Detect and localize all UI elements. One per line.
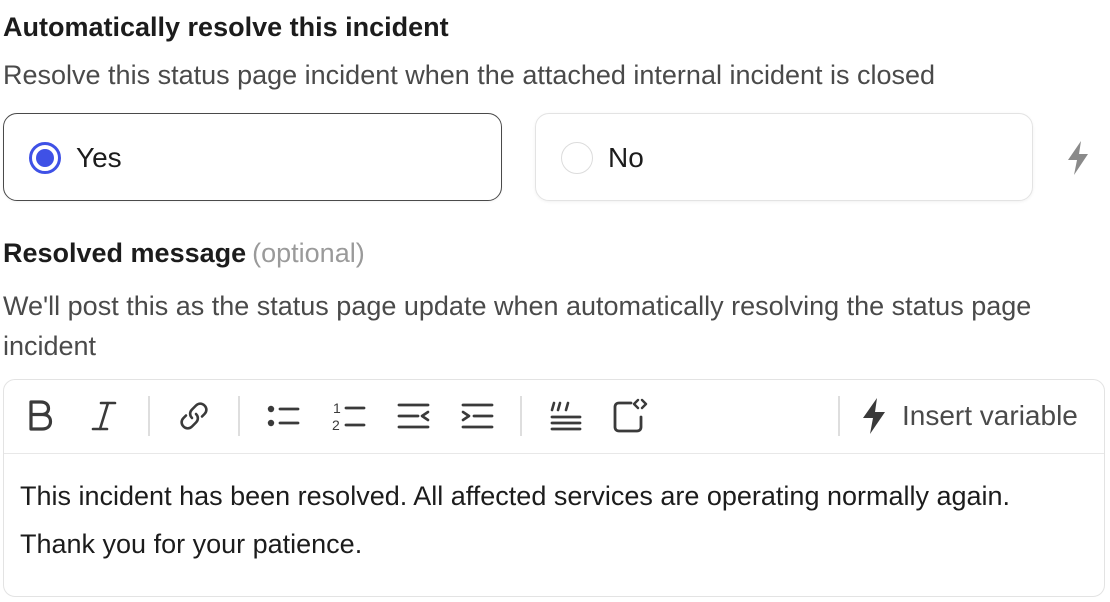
rich-text-editor[interactable]: 1 2 Insert variable This incident has be… bbox=[3, 379, 1105, 597]
bullet-list-icon[interactable] bbox=[264, 396, 304, 436]
toolbar-divider bbox=[148, 396, 150, 436]
insert-variable-button[interactable]: Insert variable bbox=[860, 396, 1078, 436]
auto-resolve-description: Resolve this status page incident when t… bbox=[3, 60, 936, 90]
resolved-message-title: Resolved message (optional) bbox=[3, 238, 365, 269]
quote-icon[interactable] bbox=[546, 396, 586, 436]
resolved-message-description: We'll post this as the status page updat… bbox=[3, 291, 1032, 361]
toolbar-divider bbox=[838, 396, 840, 436]
radio-option-no[interactable]: No bbox=[535, 113, 1033, 201]
bold-icon[interactable] bbox=[20, 396, 60, 436]
svg-text:1: 1 bbox=[333, 400, 341, 416]
radio-checked-icon[interactable] bbox=[29, 142, 61, 174]
auto-resolve-title: Automatically resolve this incident bbox=[3, 12, 449, 42]
radio-option-label: Yes bbox=[76, 142, 122, 173]
svg-text:2: 2 bbox=[332, 417, 340, 433]
toolbar-divider bbox=[520, 396, 522, 436]
editor-content[interactable]: This incident has been resolved. All aff… bbox=[20, 472, 1080, 568]
insert-variable-label: Insert variable bbox=[902, 400, 1078, 431]
lightning-icon[interactable] bbox=[1064, 140, 1092, 176]
radio-option-yes[interactable]: Yes bbox=[3, 113, 502, 201]
indent-icon[interactable] bbox=[458, 396, 498, 436]
numbered-list-icon[interactable]: 1 2 bbox=[330, 396, 370, 436]
lightning-icon bbox=[863, 398, 885, 434]
editor-toolbar: 1 2 Insert variable bbox=[4, 380, 1104, 454]
radio-option-label: No bbox=[608, 142, 644, 173]
link-icon[interactable] bbox=[174, 396, 214, 436]
outdent-icon[interactable] bbox=[394, 396, 434, 436]
resolved-message-label: Resolved message bbox=[3, 238, 247, 268]
italic-icon[interactable] bbox=[84, 396, 124, 436]
code-block-icon[interactable] bbox=[610, 396, 650, 436]
optional-label: (optional) bbox=[252, 238, 365, 268]
radio-unchecked-icon[interactable] bbox=[561, 142, 593, 174]
toolbar-divider bbox=[238, 396, 240, 436]
